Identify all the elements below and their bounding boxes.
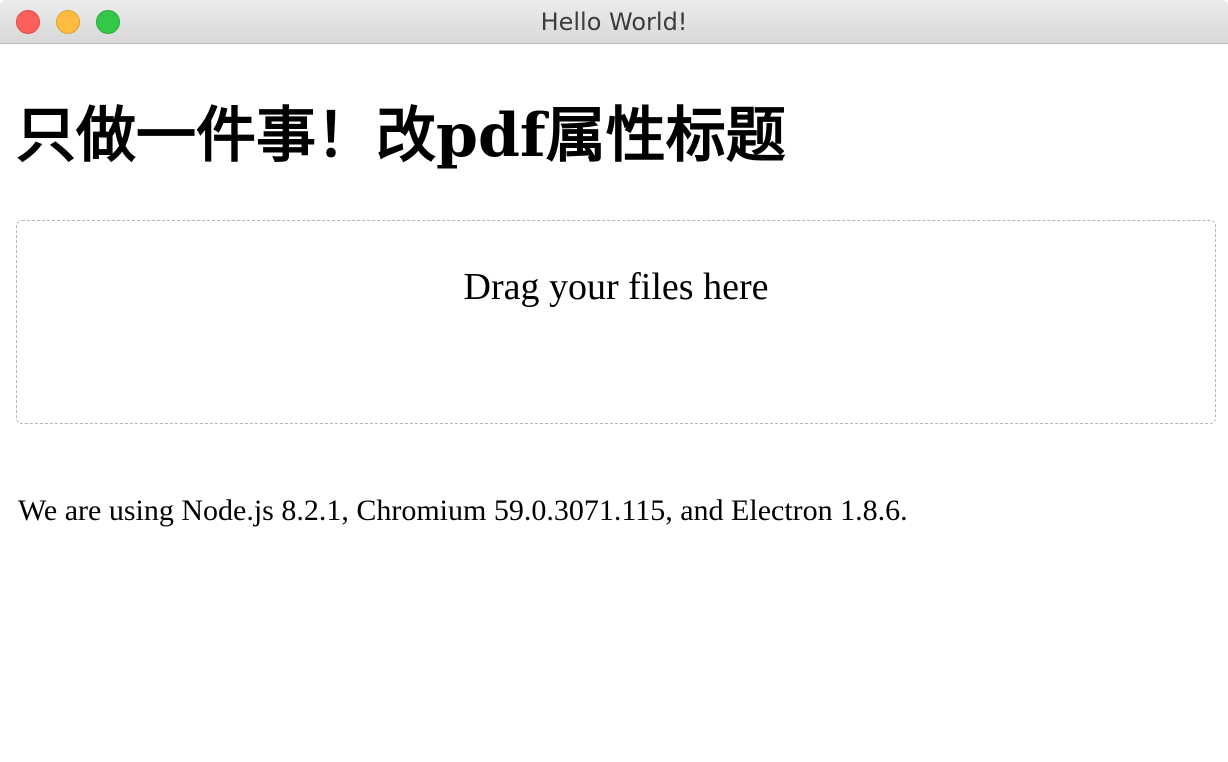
window-title: Hello World! (540, 8, 688, 36)
title-bar[interactable]: Hello World! (0, 0, 1228, 44)
app-window: Hello World! 只做一件事！改pdf属性标题 Drag your fi… (0, 0, 1228, 762)
drop-zone-label: Drag your files here (463, 266, 769, 308)
file-drop-zone[interactable]: Drag your files here (16, 220, 1216, 424)
versions-text: We are using Node.js 8.2.1, Chromium 59.… (18, 494, 908, 527)
page-title: 只做一件事！改pdf属性标题 (16, 101, 786, 171)
page-content: 只做一件事！改pdf属性标题 Drag your files here We a… (0, 44, 1228, 762)
